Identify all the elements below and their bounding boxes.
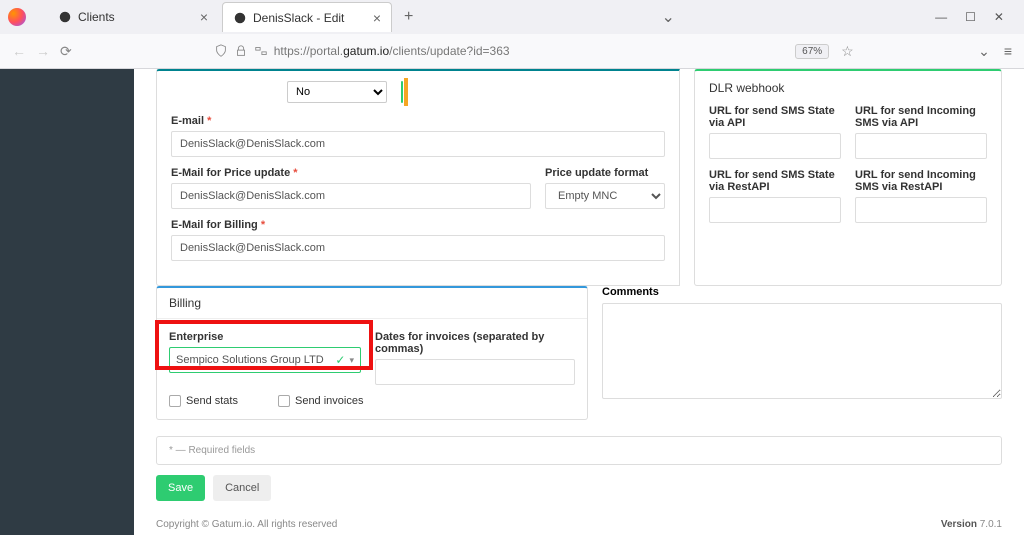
shield-icon — [214, 44, 228, 58]
browser-chrome: Clients × DenisSlack - Edit × + ⌄ — ☐ ✕ … — [0, 0, 1024, 69]
url-sms-api-input[interactable] — [709, 133, 841, 159]
url-text: https://portal.gatum.io/clients/update?i… — [274, 44, 510, 58]
billing-email-label: E-Mail for Billing * — [171, 219, 665, 231]
email-label: E-mail * — [171, 115, 665, 127]
new-tab-button[interactable]: + — [396, 8, 421, 26]
tab-bar: Clients × DenisSlack - Edit × + ⌄ — ☐ ✕ — [0, 0, 1024, 34]
zoom-badge[interactable]: 67% — [795, 44, 829, 59]
client-form-card: No E-mail * E-Mail for Price update * — [156, 69, 1002, 286]
reload-button[interactable]: ⟳ — [60, 43, 72, 60]
lock-icon — [234, 44, 248, 58]
pocket-icon[interactable]: ⌄ — [978, 43, 990, 60]
top-select[interactable]: No — [287, 81, 387, 103]
window-controls: — ☐ ✕ — [935, 10, 1016, 24]
url-sms-api-label: URL for send SMS State via API — [709, 105, 841, 129]
url-incoming-api-label: URL for send Incoming SMS via API — [855, 105, 987, 129]
comments-textarea[interactable] — [602, 303, 1002, 399]
version-text: Version 7.0.1 — [941, 519, 1002, 530]
content-area: No E-mail * E-Mail for Price update * — [134, 69, 1024, 535]
enterprise-select[interactable]: Sempico Solutions Group LTD ✓ ▾ — [169, 347, 361, 373]
url-sms-rest-label: URL for send SMS State via RestAPI — [709, 169, 841, 193]
tab-favicon-icon — [58, 10, 72, 24]
comments-label: Comments — [602, 286, 1002, 298]
address-bar: ← → ⟳ https://portal.gatum.io/clients/up… — [0, 34, 1024, 68]
url-box[interactable]: https://portal.gatum.io/clients/update?i… — [214, 39, 854, 63]
save-button[interactable]: Save — [156, 475, 205, 501]
tab-title: DenisSlack - Edit — [253, 11, 344, 25]
hatched-field[interactable] — [401, 81, 403, 103]
invoice-dates-label: Dates for invoices (separated by commas) — [375, 331, 575, 355]
enterprise-label: Enterprise — [169, 331, 361, 343]
price-format-label: Price update format — [545, 167, 665, 179]
cancel-button[interactable]: Cancel — [213, 475, 271, 501]
price-format-select[interactable]: Empty MNC — [545, 183, 665, 209]
permissions-icon — [254, 44, 268, 58]
browser-tab-clients[interactable]: Clients × — [48, 2, 218, 32]
tabs-overflow-icon[interactable]: ⌄ — [662, 7, 675, 27]
url-incoming-rest-input[interactable] — [855, 197, 987, 223]
app-sidebar — [0, 69, 134, 535]
send-invoices-checkbox[interactable]: Send invoices — [278, 395, 364, 407]
close-window-button[interactable]: ✕ — [994, 10, 1004, 24]
enterprise-value: Sempico Solutions Group LTD — [176, 354, 324, 366]
billing-email-input[interactable] — [171, 235, 665, 261]
webhook-title: DLR webhook — [709, 81, 987, 95]
minimize-button[interactable]: — — [935, 10, 947, 24]
billing-card: Billing Enterprise Sempico Solutions Gro… — [156, 286, 588, 420]
webhook-card: DLR webhook URL for send SMS State via A… — [694, 69, 1002, 286]
chevron-down-icon: ▾ — [349, 355, 354, 366]
url-incoming-api-input[interactable] — [855, 133, 987, 159]
browser-tab-edit[interactable]: DenisSlack - Edit × — [222, 2, 392, 32]
bookmark-icon[interactable]: ☆ — [841, 43, 854, 60]
check-icon: ✓ — [335, 353, 345, 367]
billing-header: Billing — [157, 288, 587, 319]
firefox-icon — [8, 8, 26, 26]
page-footer: Copyright © Gatum.io. All rights reserve… — [156, 501, 1002, 530]
url-sms-rest-input[interactable] — [709, 197, 841, 223]
tab-title: Clients — [78, 10, 115, 24]
required-note: * — Required fields — [156, 436, 1002, 465]
copyright-text: Copyright © Gatum.io. All rights reserve… — [156, 519, 337, 530]
price-email-input[interactable] — [171, 183, 531, 209]
back-button[interactable]: ← — [12, 43, 26, 59]
close-icon[interactable]: × — [200, 9, 208, 25]
price-email-label: E-Mail for Price update * — [171, 167, 531, 179]
url-incoming-rest-label: URL for send Incoming SMS via RestAPI — [855, 169, 987, 193]
send-stats-checkbox[interactable]: Send stats — [169, 395, 238, 407]
invoice-dates-input[interactable] — [375, 359, 575, 385]
menu-icon[interactable]: ≡ — [1004, 43, 1012, 60]
comments-section: Comments — [602, 286, 1002, 420]
maximize-button[interactable]: ☐ — [965, 10, 976, 24]
email-input[interactable] — [171, 131, 665, 157]
forward-button[interactable]: → — [36, 43, 50, 59]
close-icon[interactable]: × — [373, 10, 381, 26]
tab-favicon-icon — [233, 11, 247, 25]
